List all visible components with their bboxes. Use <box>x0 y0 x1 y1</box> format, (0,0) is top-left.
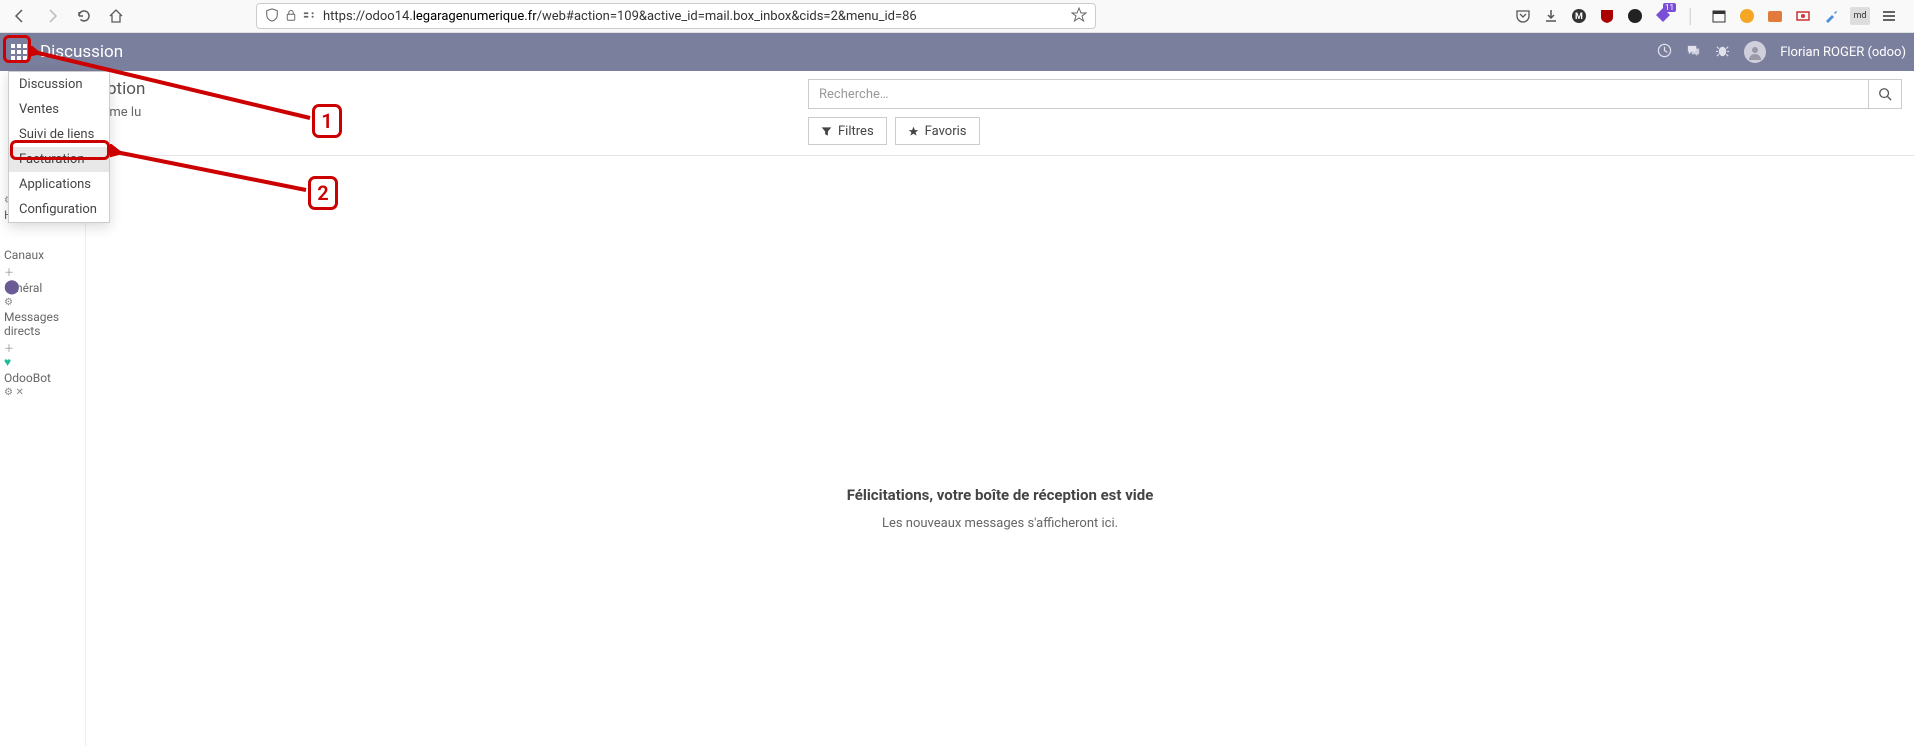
module-title[interactable]: Discussion <box>40 42 123 62</box>
favoris-label: Favoris <box>925 124 967 139</box>
plus-icon[interactable]: ＋ <box>0 264 85 279</box>
empty-title: Félicitations, votre boîte de réception … <box>86 486 1914 504</box>
forward-button[interactable] <box>40 4 64 28</box>
sidebar-messages-directs[interactable]: Messages directs <box>0 308 85 340</box>
svg-text:M: M <box>1575 12 1583 22</box>
sidebar-canaux[interactable]: Canaux <box>0 246 85 264</box>
shield-icon <box>265 8 279 25</box>
ext-eyedropper-icon[interactable] <box>1822 7 1840 25</box>
sidebar-odoobot[interactable]: OdooBot <box>0 369 85 387</box>
url-path: /web#action=109&active_id=mail.box_inbox… <box>537 9 917 24</box>
filters-button[interactable]: Filtres <box>808 117 887 145</box>
content: eption mme lu Recherche… <box>86 71 1914 746</box>
pocket-icon[interactable] <box>1514 7 1532 25</box>
search-button[interactable] <box>1868 79 1902 109</box>
heart-icon: ♥ <box>0 355 85 369</box>
messages-icon[interactable] <box>1686 43 1701 62</box>
gear-close-icons[interactable]: ⚙ ✕ <box>0 387 85 398</box>
mark-as-read[interactable]: mme lu <box>98 105 788 120</box>
browser-toolbar: https://odoo14.legaragenumerique.fr/web#… <box>0 0 1914 33</box>
reload-button[interactable] <box>72 4 96 28</box>
ext-divider-icon: │ <box>1682 7 1700 25</box>
lock-icon <box>285 9 297 24</box>
download-icon[interactable] <box>1542 7 1560 25</box>
favorites-button[interactable]: Favoris <box>895 117 980 145</box>
search-placeholder: Recherche… <box>819 87 889 102</box>
ext-m-icon[interactable]: M <box>1570 7 1588 25</box>
ext-ublock-icon[interactable] <box>1598 7 1616 25</box>
menu-configuration[interactable]: Configuration <box>9 197 109 222</box>
back-button[interactable] <box>8 4 32 28</box>
menu-discussion[interactable]: Discussion <box>9 72 109 97</box>
ext-calendar-icon[interactable] <box>1710 7 1728 25</box>
empty-state: Félicitations, votre boîte de réception … <box>86 486 1914 531</box>
filters-label: Filtres <box>838 124 874 139</box>
star-icon <box>908 126 919 137</box>
url-prefix: https://odoo14. <box>323 9 413 24</box>
url-bar[interactable]: https://odoo14.legaragenumerique.fr/web#… <box>256 3 1096 29</box>
username[interactable]: Florian ROGER (odoo) <box>1780 45 1906 60</box>
bookmark-star-icon[interactable] <box>1071 7 1087 26</box>
empty-sub: Les nouveaux messages s'afficheront ici. <box>86 516 1914 531</box>
menu-suivi-liens[interactable]: Suivi de liens <box>9 122 109 147</box>
ext-purple-icon[interactable]: 11 <box>1654 7 1672 25</box>
url-text: https://odoo14.legaragenumerique.fr/web#… <box>323 9 1065 24</box>
clock-icon[interactable] <box>1657 43 1672 62</box>
plus-icon-2[interactable]: ＋ <box>0 340 85 355</box>
main-area: ⚙ Historique Canaux ＋ ⬤ néral ⚙ Messages… <box>0 71 1914 746</box>
permissions-icon <box>303 8 317 25</box>
apps-menu: Discussion Ventes Suivi de liens Factura… <box>8 71 110 223</box>
ext-md-icon[interactable]: md <box>1850 7 1870 25</box>
hamburger-icon[interactable] <box>1880 7 1898 25</box>
avatar[interactable] <box>1744 41 1766 63</box>
browser-extensions: M 11 │ md <box>1514 7 1906 25</box>
sidebar-general-partial[interactable]: néral <box>12 279 85 297</box>
home-button[interactable] <box>104 4 128 28</box>
debug-icon[interactable] <box>1715 43 1730 62</box>
funnel-icon <box>821 126 832 137</box>
gear-icon-2[interactable]: ⚙ <box>0 297 85 308</box>
ext-g-icon[interactable] <box>1738 7 1756 25</box>
ext-red-square-icon[interactable] <box>1794 7 1812 25</box>
menu-applications[interactable]: Applications <box>9 172 109 197</box>
search-input[interactable]: Recherche… <box>808 79 1868 109</box>
odoo-topbar: Discussion Florian ROGER (odoo) <box>0 33 1914 71</box>
url-domain: legaragenumerique.fr <box>413 9 537 24</box>
divider <box>86 155 1914 156</box>
ext-fox-icon[interactable] <box>1766 7 1784 25</box>
menu-facturation[interactable]: Facturation <box>9 147 109 172</box>
ext-badge: 11 <box>1663 3 1676 12</box>
apps-button[interactable] <box>8 41 30 63</box>
breadcrumb: eption <box>98 79 788 99</box>
ext-elephant-icon[interactable] <box>1626 7 1644 25</box>
menu-ventes[interactable]: Ventes <box>9 97 109 122</box>
